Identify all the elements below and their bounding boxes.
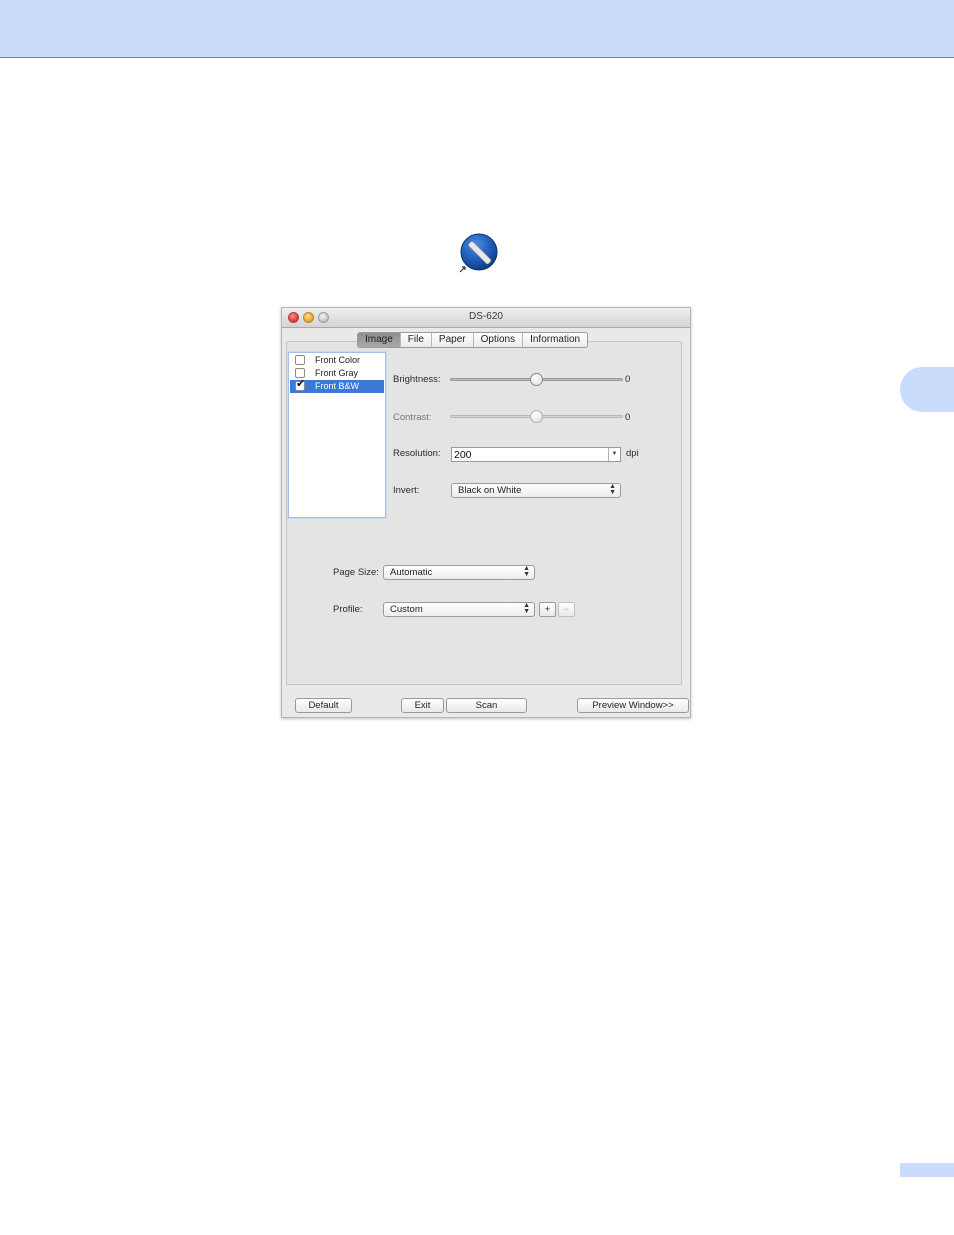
chapter-tab (900, 367, 954, 412)
front-gray-checkbox[interactable] (295, 368, 305, 378)
tab-bar: Image File Paper Options Information (357, 332, 589, 348)
tab-options[interactable]: Options (474, 333, 524, 347)
invert-label: Invert: (393, 485, 420, 496)
scanner-app-icon[interactable] (458, 232, 500, 274)
default-button[interactable]: Default (295, 698, 352, 713)
up-down-arrows-icon: ▲ ▼ (523, 565, 530, 578)
brightness-label: Brightness: (393, 374, 441, 385)
brightness-slider-knob[interactable] (530, 373, 543, 386)
window-title: DS-620 (469, 311, 503, 322)
checkmark-icon: ✔ (296, 378, 306, 390)
contrast-value: 0 (625, 412, 631, 423)
page-size-label: Page Size: (333, 567, 379, 578)
front-bw-checkbox[interactable]: ✔ (295, 378, 306, 391)
up-down-arrows-icon: ▲ ▼ (609, 483, 616, 496)
page-header-band (0, 0, 954, 58)
tab-image[interactable]: Image (358, 333, 401, 347)
image-type-list: Front Color Front Gray ✔ Front B&W (288, 352, 386, 518)
scanner-window: DS-620 Image File Paper Options Informat… (281, 307, 691, 718)
list-item-front-color[interactable]: Front Color (290, 354, 384, 367)
resolution-value: 200 (454, 449, 472, 461)
profile-popup[interactable]: Custom ▲ ▼ (383, 602, 535, 617)
resolution-combo[interactable]: 200 ▼ (451, 447, 621, 462)
tab-information[interactable]: Information (523, 333, 587, 347)
front-color-checkbox[interactable] (295, 355, 305, 365)
page-size-popup[interactable]: Automatic ▲ ▼ (383, 565, 535, 580)
remove-profile-button[interactable]: − (558, 602, 575, 617)
resolution-unit: dpi (626, 448, 639, 459)
brightness-value: 0 (625, 374, 631, 385)
chevron-down-icon[interactable]: ▼ (608, 448, 620, 461)
list-item-front-bw[interactable]: ✔ Front B&W (290, 378, 384, 393)
title-bar: DS-620 (282, 308, 690, 328)
page-number-tab (900, 1163, 954, 1177)
add-profile-button[interactable]: + (539, 602, 556, 617)
up-down-arrows-icon: ▲ ▼ (523, 602, 530, 615)
contrast-slider-knob[interactable] (530, 410, 543, 423)
preview-window-button[interactable]: Preview Window>> (577, 698, 689, 713)
tab-file[interactable]: File (401, 333, 432, 347)
contrast-label: Contrast: (393, 412, 432, 423)
resolution-label: Resolution: (393, 448, 441, 459)
exit-button[interactable]: Exit (401, 698, 444, 713)
invert-popup[interactable]: Black on White ▲ ▼ (451, 483, 621, 498)
profile-label: Profile: (333, 604, 363, 615)
scan-button[interactable]: Scan (446, 698, 527, 713)
tab-paper[interactable]: Paper (432, 333, 474, 347)
